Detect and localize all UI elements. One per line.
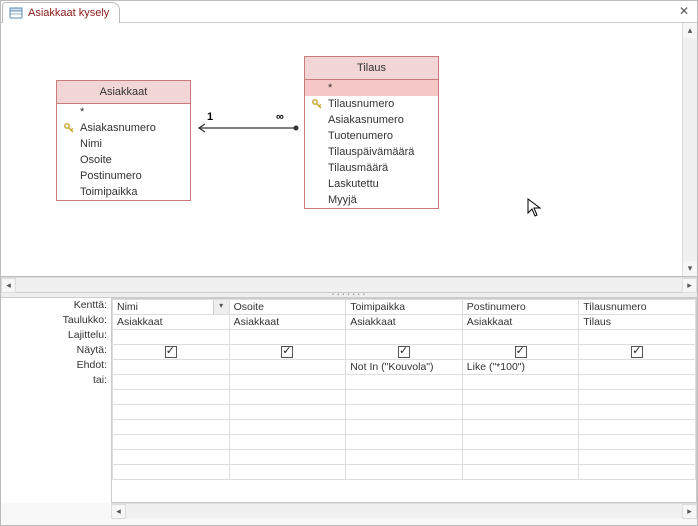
design-grid-pane: Kenttä: Taulukko: Lajittelu: Näytä: Ehdo…: [1, 298, 697, 503]
field-osoite[interactable]: Osoite: [57, 152, 190, 168]
design-grid[interactable]: Nimi▾ Osoite Toimipaikka Postinumero Til…: [111, 298, 697, 503]
field-toimipaikka[interactable]: Toimipaikka: [57, 184, 190, 200]
cell-show-1[interactable]: [229, 345, 346, 360]
field-star[interactable]: *: [57, 104, 190, 120]
cell-show-4[interactable]: [579, 345, 696, 360]
cell-field-0[interactable]: Nimi▾: [113, 300, 230, 315]
label-table: Taulukko:: [63, 313, 111, 328]
cell-criteria-0[interactable]: [113, 360, 230, 375]
close-button[interactable]: ✕: [675, 3, 693, 21]
label-show: Näytä:: [77, 343, 111, 358]
cell-show-2[interactable]: [346, 345, 463, 360]
row-show: [113, 345, 696, 360]
diagram-hscroll[interactable]: ◂ ▸: [1, 277, 697, 292]
tab-title: Asiakkaat kysely: [28, 7, 109, 19]
cell-field-4[interactable]: Tilausnumero: [579, 300, 696, 315]
cell-criteria-4[interactable]: [579, 360, 696, 375]
table-header: Tilaus: [305, 57, 438, 80]
field-tuotenumero[interactable]: Tuotenumero: [305, 128, 438, 144]
cell-field-2[interactable]: Toimipaikka: [346, 300, 463, 315]
checkbox[interactable]: [281, 346, 293, 358]
label-or: tai:: [93, 373, 111, 388]
relationship-line[interactable]: [191, 121, 304, 135]
cell-field-3[interactable]: Postinumero: [462, 300, 579, 315]
field-star[interactable]: *: [305, 80, 438, 96]
query-tab[interactable]: Asiakkaat kysely: [2, 2, 120, 24]
diagram-pane[interactable]: Asiakkaat * Asiakasnumero Nimi Osoite Po…: [1, 23, 697, 277]
field-nimi[interactable]: Nimi: [57, 136, 190, 152]
cell-criteria-1[interactable]: [229, 360, 346, 375]
relationship-right-label: ∞: [276, 111, 284, 123]
field-laskutettu[interactable]: Laskutettu: [305, 176, 438, 192]
field-asiakasnumero[interactable]: Asiakasnumero: [57, 120, 190, 136]
dropdown-icon[interactable]: ▾: [213, 300, 229, 314]
scroll-left-icon[interactable]: ◂: [1, 278, 16, 293]
checkbox[interactable]: [631, 346, 643, 358]
field-asiakasnumero-r[interactable]: Asiakasnumero: [305, 112, 438, 128]
titlebar: Asiakkaat kysely ✕: [1, 1, 697, 23]
checkbox[interactable]: [515, 346, 527, 358]
cell-field-1[interactable]: Osoite: [229, 300, 346, 315]
scroll-left-icon[interactable]: ◂: [111, 504, 126, 519]
relationship-left-label: 1: [207, 111, 213, 123]
query-icon: [9, 6, 23, 20]
row-sort: [113, 330, 696, 345]
cursor-icon: [527, 198, 543, 221]
query-design-window: Asiakkaat kysely ✕ Asiakkaat * Asiakasnu…: [0, 0, 698, 526]
cell-table-3[interactable]: Asiakkaat: [462, 315, 579, 330]
grid-hscroll[interactable]: ◂ ▸: [111, 503, 697, 518]
cell-criteria-3[interactable]: Like ("*100"): [462, 360, 579, 375]
cell-table-4[interactable]: Tilaus: [579, 315, 696, 330]
scroll-right-icon[interactable]: ▸: [682, 504, 697, 519]
label-criteria: Ehdot:: [77, 358, 111, 373]
field-myyja[interactable]: Myyjä: [305, 192, 438, 208]
scroll-down-icon[interactable]: ▾: [683, 261, 697, 276]
table-header: Asiakkaat: [57, 81, 190, 104]
grid-row-labels: Kenttä: Taulukko: Lajittelu: Näytä: Ehdo…: [1, 298, 111, 503]
field-postinumero[interactable]: Postinumero: [57, 168, 190, 184]
label-sort: Lajittelu:: [68, 328, 111, 343]
label-field: Kenttä:: [74, 298, 111, 313]
field-tilauspaivamaara[interactable]: Tilauspäivämäärä: [305, 144, 438, 160]
checkbox[interactable]: [165, 346, 177, 358]
scroll-up-icon[interactable]: ▴: [683, 23, 697, 38]
scroll-right-icon[interactable]: ▸: [682, 278, 697, 293]
cell-show-0[interactable]: [113, 345, 230, 360]
row-or: [113, 375, 696, 390]
cell-table-2[interactable]: Asiakkaat: [346, 315, 463, 330]
diagram-vscroll[interactable]: ▴ ▾: [682, 23, 697, 276]
table-tilaus[interactable]: Tilaus * Tilausnumero Asiakasnumero Tuot…: [304, 56, 439, 209]
cell-show-3[interactable]: [462, 345, 579, 360]
cell-table-0[interactable]: Asiakkaat: [113, 315, 230, 330]
field-tilausmaara[interactable]: Tilausmäärä: [305, 160, 438, 176]
row-table: Asiakkaat Asiakkaat Asiakkaat Asiakkaat …: [113, 315, 696, 330]
key-icon: [311, 99, 323, 109]
row-field: Nimi▾ Osoite Toimipaikka Postinumero Til…: [113, 300, 696, 315]
cell-criteria-2[interactable]: Not In ("Kouvola"): [346, 360, 463, 375]
table-asiakkaat[interactable]: Asiakkaat * Asiakasnumero Nimi Osoite Po…: [56, 80, 191, 201]
cell-table-1[interactable]: Asiakkaat: [229, 315, 346, 330]
field-tilausnumero[interactable]: Tilausnumero: [305, 96, 438, 112]
checkbox[interactable]: [398, 346, 410, 358]
row-criteria: Not In ("Kouvola") Like ("*100"): [113, 360, 696, 375]
key-icon: [63, 123, 75, 133]
